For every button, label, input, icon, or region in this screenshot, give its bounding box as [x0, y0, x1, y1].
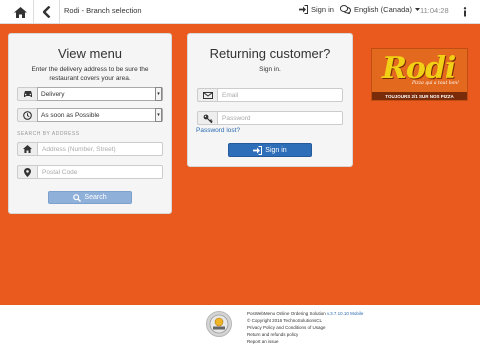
- footer-copyright: © Copyright 2016 TechnoSolutionsCL: [247, 318, 323, 323]
- timing-arrow-icon: ▾: [155, 108, 162, 122]
- postal-code-placeholder: Postal Code: [42, 168, 78, 176]
- clock-icon: [23, 110, 32, 120]
- info-button[interactable]: [460, 5, 470, 19]
- email-input[interactable]: Email: [217, 88, 343, 102]
- order-type-addon: [17, 87, 37, 101]
- topbar-signin-label: Sign in: [311, 5, 334, 14]
- page-title: Rodi - Branch selection: [64, 6, 142, 15]
- email-addon: [197, 88, 217, 102]
- email-field: Email: [197, 88, 343, 102]
- footer-product-line: PosWebMenu Online Ordering Solution v.3.…: [247, 311, 363, 316]
- rodi-logo: Rodi Pizza qui a tout bon! TOUJOURS 2/1 …: [371, 48, 468, 101]
- address-field: Address (Number, Street): [17, 142, 163, 156]
- postal-code-addon: [17, 165, 37, 179]
- key-icon: [203, 114, 213, 123]
- logo-promo: TOUJOURS 2/1 SUR NOS PIZZA: [372, 92, 467, 100]
- envelope-icon: [202, 91, 213, 99]
- back-button[interactable]: [34, 0, 60, 24]
- signin-button-label: Sign in: [265, 146, 287, 154]
- password-placeholder: Password: [222, 114, 251, 122]
- returning-customer-title: Returning customer?: [209, 46, 331, 61]
- password-addon: [197, 111, 217, 125]
- home-icon: [14, 6, 27, 18]
- signin-button[interactable]: Sign in: [228, 143, 312, 157]
- timing-addon: [17, 108, 37, 122]
- search-by-address-label: SEARCH BY ADDRESS: [17, 131, 80, 137]
- password-lost-link[interactable]: Password lost?: [196, 127, 240, 134]
- timing-value: As soon as Possible: [41, 111, 100, 119]
- search-icon: [73, 193, 82, 202]
- footer-product: PosWebMenu Online Ordering Solution: [247, 311, 326, 316]
- clock-time: 11:04:28: [420, 6, 449, 15]
- postal-code-input[interactable]: Postal Code: [37, 165, 163, 179]
- map-marker-icon: [24, 167, 31, 177]
- home-icon: [23, 145, 32, 153]
- comments-icon: [340, 5, 351, 14]
- chevron-left-icon: [42, 6, 50, 18]
- timing-field: As soon as Possible ▾: [17, 108, 163, 122]
- language-label: English (Canada): [354, 5, 412, 14]
- order-type-field: Delivery ▾: [17, 87, 163, 101]
- footer-report-link[interactable]: Report an issue: [247, 339, 279, 344]
- order-type-arrow-icon: ▾: [155, 87, 162, 101]
- search-button-label: Search: [84, 194, 107, 201]
- view-menu-description: Enter the delivery address to be sure th…: [31, 66, 149, 82]
- footer-version: v.3.7.10.10 Mobile: [326, 311, 364, 316]
- car-icon: [23, 91, 32, 97]
- search-button[interactable]: Search: [48, 191, 132, 204]
- topbar-signin-link[interactable]: Sign in: [299, 5, 334, 14]
- sign-in-icon: [299, 5, 308, 14]
- postal-code-field: Postal Code: [17, 165, 163, 179]
- footer-privacy-link[interactable]: Privacy Policy and Conditions of Usage: [247, 325, 326, 330]
- address-input[interactable]: Address (Number, Street): [37, 142, 163, 156]
- view-menu-title: View menu: [57, 46, 123, 61]
- email-placeholder: Email: [222, 91, 239, 99]
- home-button[interactable]: [8, 0, 34, 24]
- returning-customer-subtitle: Sign in.: [259, 66, 281, 73]
- address-addon: [17, 142, 37, 156]
- password-field: Password: [197, 111, 343, 125]
- language-dropdown[interactable]: English (Canada): [340, 5, 420, 14]
- address-placeholder: Address (Number, Street): [42, 145, 116, 153]
- sign-in-icon: [253, 145, 263, 155]
- info-icon: [463, 7, 467, 17]
- footer-refund-link[interactable]: Return and refunds policy: [247, 332, 298, 337]
- timing-select[interactable]: As soon as Possible ▾: [37, 108, 163, 122]
- logo-tagline: Pizza qui a tout bon!: [411, 81, 459, 86]
- footer: [0, 305, 480, 351]
- password-input[interactable]: Password: [217, 111, 343, 125]
- order-type-select[interactable]: Delivery ▾: [37, 87, 163, 101]
- order-type-value: Delivery: [41, 90, 65, 98]
- security-badge-icon: [206, 311, 232, 337]
- top-bar: Rodi - Branch selection Sign in English …: [0, 0, 480, 24]
